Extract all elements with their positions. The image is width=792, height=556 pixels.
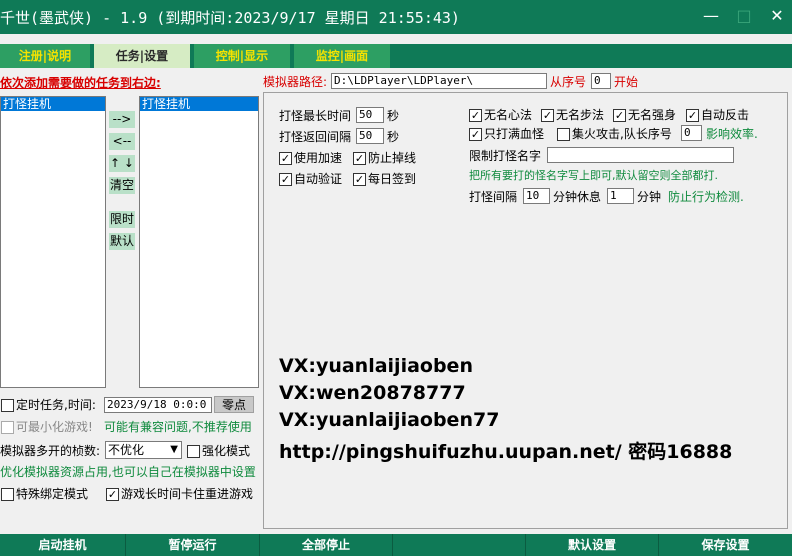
compat-note: 可能有兼容问题,不推荐使用 [104,419,252,435]
pause-button[interactable]: 暂停运行 [126,534,260,556]
anti-drop-checkbox[interactable]: ✓ [353,152,366,165]
focus-attack-checkbox[interactable] [557,128,570,141]
contact-line-4: http://pingshuifuzhu.uupan.net/ 密码16888 [279,437,732,464]
skill1-checkbox[interactable]: ✓ [469,109,482,122]
task-instruction: 依次添加需要做的任务到右边: [0,75,161,91]
skill2-checkbox[interactable]: ✓ [541,109,554,122]
clear-button[interactable]: 清空 [109,177,135,194]
max-time-input[interactable]: 50 [356,107,384,123]
focus-attack-label: 集火攻击,队长序号 [572,126,672,142]
tab-task-settings[interactable]: 任务|设置 [94,44,190,68]
skill3-checkbox[interactable]: ✓ [613,109,626,122]
chevron-down-icon: ▼ [170,442,178,458]
anti-drop-label: 防止掉线 [368,150,416,166]
full-hp-label: 只打满血怪 [484,126,544,142]
remove-task-button[interactable]: <-- [109,133,135,150]
window-title: 千世(墨武侠) - 1.9 (到期时间:2023/9/17 星期日 21:55:… [0,7,460,28]
efficiency-note: 影响效率. [706,126,758,142]
zero-time-button[interactable]: 零点 [214,396,254,413]
close-button[interactable]: ✕ [766,6,788,26]
tab-monitor-screen[interactable]: 监控|画面 [294,44,390,68]
skill2-label: 无名步法 [556,107,604,123]
save-settings-button[interactable]: 保存设置 [659,534,792,556]
start-label: 开始 [614,74,638,90]
interval-label: 打怪间隔 [469,189,517,205]
enhance-label: 强化模式 [202,443,250,459]
contact-line-3: VX:yuanlaijiaoben77 [279,409,499,431]
daily-signin-label: 每日签到 [368,171,416,187]
maximize-button[interactable]: □ [733,6,755,26]
tab-register[interactable]: 注册|说明 [0,44,90,68]
list-item[interactable]: 打怪挂机 [140,97,258,111]
default-settings-button[interactable]: 默认设置 [526,534,659,556]
list-item[interactable]: 打怪挂机 [1,97,105,111]
tab-control-display[interactable]: 控制|显示 [194,44,290,68]
rest-input[interactable]: 1 [607,188,634,204]
return-interval-input[interactable]: 50 [356,128,384,144]
special-bind-label: 特殊绑定模式 [16,486,88,502]
default-button[interactable]: 默认 [109,233,135,250]
empty-button[interactable] [393,534,526,556]
available-task-list[interactable]: 打怪挂机 [0,96,106,388]
max-time-unit: 秒 [387,108,399,124]
interval-input[interactable]: 10 [523,188,550,204]
counter-checkbox[interactable]: ✓ [686,109,699,122]
emulator-path-label: 模拟器路径: [263,74,327,90]
start-button[interactable]: 启动挂机 [0,534,126,556]
skill3-label: 无名强身 [628,107,676,123]
timer-task-label: 定时任务,时间: [16,397,96,413]
full-hp-checkbox[interactable]: ✓ [469,128,482,141]
stuck-reenter-label: 游戏长时间卡住重进游戏 [121,486,253,502]
bottom-bar: 启动挂机 暂停运行 全部停止 默认设置 保存设置 [0,534,792,556]
limit-name-input[interactable] [547,147,734,163]
emu-fps-label: 模拟器多开的桢数: [0,443,100,459]
contact-line-2: VX:wen20878777 [279,382,466,404]
max-time-label: 打怪最长时间 [279,108,351,124]
emulator-path-input[interactable]: D:\LDPlayer\LDPlayer\ [331,73,547,89]
limit-name-label: 限制打怪名字 [469,148,541,164]
timer-task-checkbox[interactable] [1,399,14,412]
title-bar: 千世(墨武侠) - 1.9 (到期时间:2023/9/17 星期日 21:55:… [0,0,792,34]
return-interval-unit: 秒 [387,129,399,145]
from-index-label: 从序号 [550,74,586,90]
use-accel-label: 使用加速 [294,150,342,166]
auto-verify-checkbox[interactable]: ✓ [279,173,292,186]
stop-all-button[interactable]: 全部停止 [260,534,393,556]
daily-signin-checkbox[interactable]: ✓ [353,173,366,186]
return-interval-label: 打怪返回间隔 [279,129,351,145]
special-bind-checkbox[interactable] [1,488,14,501]
rest-unit: 分钟 [637,189,661,205]
use-accel-checkbox[interactable]: ✓ [279,152,292,165]
reorder-button[interactable]: ↑ ↓ [109,155,135,172]
selected-task-list[interactable]: 打怪挂机 [139,96,259,388]
rest-label: 分钟休息 [553,189,601,205]
add-task-button[interactable]: --> [109,111,135,128]
from-index-input[interactable]: 0 [591,73,611,89]
time-limit-button[interactable]: 限时 [109,211,135,228]
skill1-label: 无名心法 [484,107,532,123]
leader-index-input[interactable]: 0 [681,125,702,141]
timer-value-input[interactable]: 2023/9/18 0:0:0 [104,397,212,413]
emu-fps-value: 不优化 [108,443,144,457]
tab-strip: 注册|说明 任务|设置 控制|显示 监控|画面 [0,44,792,68]
emu-fps-select[interactable]: 不优化 ▼ [105,441,182,459]
limit-name-note: 把所有要打的怪名字写上即可,默认留空则全部都打. [469,168,718,184]
minimize-game-checkbox[interactable] [1,421,14,434]
stuck-reenter-checkbox[interactable]: ✓ [106,488,119,501]
contact-line-1: VX:yuanlaijiaoben [279,355,473,377]
enhance-checkbox[interactable] [187,445,200,458]
detect-note: 防止行为检测. [668,189,744,205]
counter-label: 自动反击 [701,107,749,123]
auto-verify-label: 自动验证 [294,171,342,187]
minimize-game-label: 可最小化游戏! [16,419,93,435]
optimize-note: 优化模拟器资源占用,也可以自己在模拟器中设置 [0,464,256,480]
minimize-button[interactable]: — [700,6,722,26]
